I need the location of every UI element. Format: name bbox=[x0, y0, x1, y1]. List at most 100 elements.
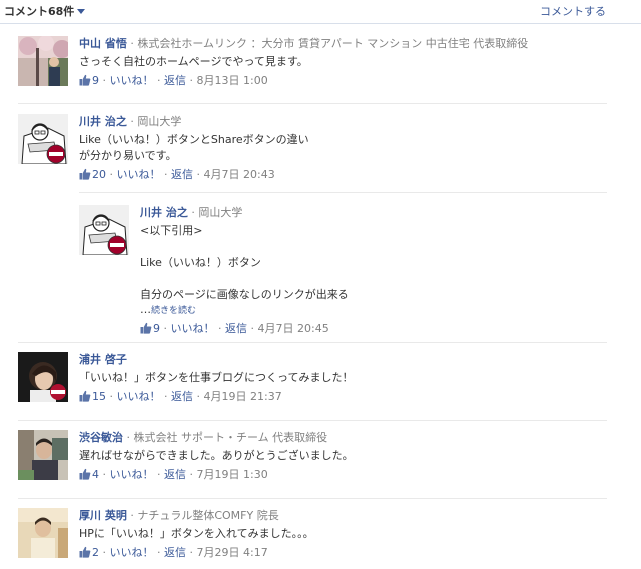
commenter-name[interactable]: 厚川 英明 bbox=[79, 509, 127, 522]
comments-header: コメント68件 コメントする bbox=[0, 0, 641, 24]
like-link[interactable]: いいね！ bbox=[117, 390, 161, 403]
thumbs-up-icon[interactable] bbox=[79, 546, 91, 558]
reply-comment-item: 川井 治之 · 岡山大学 <以下引用> Like（いいね！）ボタン 自分のページ… bbox=[79, 205, 608, 335]
like-link[interactable]: いいね！ bbox=[171, 322, 215, 335]
write-comment-link[interactable]: コメントする bbox=[540, 3, 606, 19]
separator-dot: · bbox=[106, 168, 117, 181]
divider bbox=[18, 420, 607, 421]
reply-link[interactable]: 返信 bbox=[171, 168, 193, 181]
like-count[interactable]: 4 bbox=[92, 468, 99, 481]
like-link[interactable]: いいね！ bbox=[110, 546, 154, 559]
comment-text-line-3: 自分のページに画像なしのリンクが出来る bbox=[140, 288, 349, 301]
commenter-name[interactable]: 中山 省悟 bbox=[79, 37, 127, 50]
separator-dot: · bbox=[153, 546, 164, 559]
reply-link[interactable]: 返信 bbox=[164, 546, 186, 559]
like-count[interactable]: 2 bbox=[92, 546, 99, 559]
separator-dot: · bbox=[160, 322, 171, 335]
commenter-affiliation[interactable]: 岡山大学 bbox=[198, 206, 242, 219]
like-link[interactable]: いいね！ bbox=[110, 468, 154, 481]
separator-dot: · bbox=[99, 546, 110, 559]
separator-dot: · bbox=[186, 74, 197, 87]
separator-dot: · bbox=[193, 390, 204, 403]
comment-timestamp: 7月19日 1:30 bbox=[196, 468, 268, 481]
divider bbox=[18, 342, 607, 343]
comment-timestamp: 8月13日 1:00 bbox=[196, 74, 268, 87]
comment-timestamp: 4月7日 20:45 bbox=[257, 322, 329, 335]
thumbs-up-icon[interactable] bbox=[140, 322, 152, 334]
comment-text: 「いいね！」ボタンを仕事ブログにつくってみました！ bbox=[79, 371, 354, 384]
thumbs-up-icon[interactable] bbox=[79, 390, 91, 402]
comment-actions: 2 · いいね！ · 返信 · 7月29日 4:17 bbox=[79, 545, 608, 561]
commenter-name[interactable]: 川井 治之 bbox=[79, 115, 127, 128]
comment-actions: 9 · いいね！ · 返信 · 8月13日 1:00 bbox=[79, 73, 608, 89]
comment-text: HPに「いいね！」ボタンを入れてみました。。。 bbox=[79, 527, 314, 540]
reply-link[interactable]: 返信 bbox=[164, 468, 186, 481]
thumbs-up-icon[interactable] bbox=[79, 74, 91, 86]
thumbs-up-icon[interactable] bbox=[79, 168, 91, 180]
commenter-affiliation[interactable]: 株式会社 サポート・チーム 代表取締役 bbox=[134, 431, 328, 444]
comment-timestamp: 4月7日 20:43 bbox=[203, 168, 275, 181]
avatar[interactable] bbox=[79, 205, 129, 255]
avatar[interactable] bbox=[18, 114, 68, 164]
avatar[interactable] bbox=[18, 508, 68, 558]
comment-actions: 15 · いいね！ · 返信 · 4月19日 21:37 bbox=[79, 389, 608, 405]
reply-link[interactable]: 返信 bbox=[171, 390, 193, 403]
avatar[interactable] bbox=[18, 352, 68, 402]
commenter-affiliation[interactable]: ナチュラル整体COMFY 院長 bbox=[137, 509, 278, 522]
commenter-affiliation[interactable]: 株式会社ホームリンク ：大分市 賃貸アパート マンション 中古住宅 代表取締役 bbox=[137, 37, 528, 50]
separator-dot: · bbox=[186, 546, 197, 559]
separator-dot: · bbox=[186, 468, 197, 481]
comment-item: 中山 省悟 · 株式会社ホームリンク ：大分市 賃貸アパート マンション 中古住… bbox=[18, 36, 608, 96]
comment-timestamp: 4月19日 21:37 bbox=[203, 390, 282, 403]
comment-text: さっそく自社のホームページでやって見ます。 bbox=[79, 55, 308, 68]
thumbs-up-icon[interactable] bbox=[79, 468, 91, 480]
comment-actions: 4 · いいね！ · 返信 · 7月19日 1:30 bbox=[79, 467, 608, 483]
separator-dot: · bbox=[126, 509, 138, 522]
like-link[interactable]: いいね！ bbox=[117, 168, 161, 181]
chevron-down-icon bbox=[77, 8, 86, 14]
comment-item: 浦井 啓子 「いいね！」ボタンを仕事ブログにつくってみました！ 15 · いいね… bbox=[18, 352, 608, 412]
separator-dot: · bbox=[160, 168, 171, 181]
divider bbox=[18, 103, 607, 104]
commenter-name[interactable]: 川井 治之 bbox=[140, 206, 188, 219]
separator-dot: · bbox=[153, 468, 164, 481]
comment-item: 川井 治之 · 岡山大学 Like（いいね！）ボタンとShareボタンの違い が… bbox=[18, 114, 608, 184]
separator-dot: · bbox=[153, 74, 164, 87]
reply-link[interactable]: 返信 bbox=[164, 74, 186, 87]
divider bbox=[18, 498, 607, 499]
comment-text-line-1: Like（いいね！）ボタンとShareボタンの違い bbox=[79, 133, 309, 146]
comment-text-line-1: <以下引用> bbox=[140, 224, 203, 237]
commenter-name[interactable]: 渋谷敏治 bbox=[79, 431, 123, 444]
separator-dot: · bbox=[123, 431, 134, 444]
read-more-link[interactable]: 続きを読む bbox=[151, 306, 196, 316]
comment-timestamp: 7月29日 4:17 bbox=[196, 546, 268, 559]
comment-count-dropdown[interactable]: コメント68件 bbox=[4, 3, 86, 19]
commenter-name[interactable]: 浦井 啓子 bbox=[79, 353, 127, 366]
like-count[interactable]: 20 bbox=[92, 168, 106, 181]
separator-dot: · bbox=[193, 168, 204, 181]
like-count[interactable]: 9 bbox=[153, 322, 160, 335]
separator-dot: · bbox=[126, 115, 138, 128]
divider bbox=[79, 192, 607, 193]
comment-item: 渋谷敏治 · 株式会社 サポート・チーム 代表取締役 遅ればせながらできました。… bbox=[18, 430, 608, 490]
like-count[interactable]: 15 bbox=[92, 390, 106, 403]
like-count[interactable]: 9 bbox=[92, 74, 99, 87]
commenter-affiliation[interactable]: 岡山大学 bbox=[137, 115, 181, 128]
reply-link[interactable]: 返信 bbox=[225, 322, 247, 335]
separator-dot: · bbox=[214, 322, 225, 335]
separator-dot: · bbox=[99, 74, 110, 87]
comment-item: 厚川 英明 · ナチュラル整体COMFY 院長 HPに「いいね！」ボタンを入れて… bbox=[18, 508, 608, 568]
avatar[interactable] bbox=[18, 36, 68, 86]
comment-text: 遅ればせながらできました。ありがとうございました。 bbox=[79, 449, 354, 462]
separator-dot: · bbox=[187, 206, 199, 219]
like-link[interactable]: いいね！ bbox=[110, 74, 154, 87]
separator-dot: · bbox=[126, 37, 138, 50]
comment-actions: 20 · いいね！ · 返信 · 4月7日 20:43 bbox=[79, 167, 608, 183]
separator-dot: · bbox=[160, 390, 171, 403]
comment-text-line-2: Like（いいね！）ボタン bbox=[140, 256, 261, 269]
comment-actions: 9 · いいね！ · 返信 · 4月7日 20:45 bbox=[140, 321, 608, 337]
separator-dot: · bbox=[106, 390, 117, 403]
avatar[interactable] bbox=[18, 430, 68, 480]
separator-dot: · bbox=[99, 468, 110, 481]
ellipsis: … bbox=[140, 303, 151, 316]
